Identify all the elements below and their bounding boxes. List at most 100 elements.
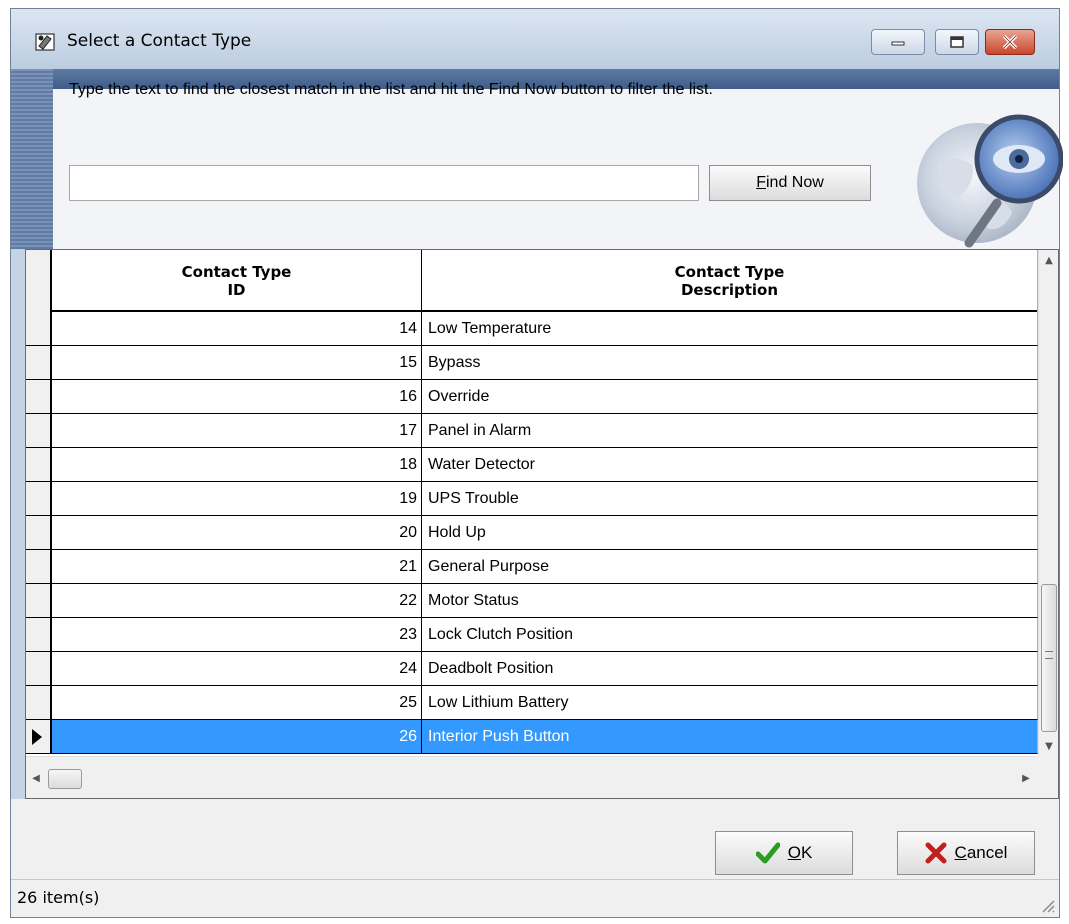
column-header-description-line1: Contact Type: [674, 263, 785, 281]
table-row[interactable]: 17 Panel in Alarm: [26, 414, 1038, 448]
cell-contact-type-description[interactable]: Bypass: [422, 346, 1038, 380]
row-selector[interactable]: [26, 414, 52, 448]
row-selector[interactable]: [26, 652, 52, 686]
table-row[interactable]: 22 Motor Status: [26, 584, 1038, 618]
close-icon: [986, 30, 1034, 54]
row-selector[interactable]: [26, 346, 52, 380]
search-instruction: Type the text to find the closest match …: [69, 81, 713, 98]
cell-contact-type-description[interactable]: Water Detector: [422, 448, 1038, 482]
scroll-right-arrow-icon[interactable]: ▶: [1016, 757, 1036, 799]
column-header-id-line2: ID: [227, 281, 246, 299]
button-area: OK Cancel: [11, 799, 1059, 879]
search-input[interactable]: [69, 165, 699, 201]
item-count: 26 item(s): [17, 888, 100, 907]
row-selector[interactable]: [26, 448, 52, 482]
cancel-mnemonic: C: [954, 843, 967, 862]
row-selector-header: [26, 250, 52, 312]
table-row[interactable]: 14 Low Temperature: [26, 312, 1038, 346]
checkmark-icon: [755, 842, 780, 864]
scroll-down-arrow-icon[interactable]: ▼: [1039, 736, 1059, 756]
scroll-up-arrow-icon[interactable]: ▲: [1039, 250, 1059, 270]
horizontal-scroll-thumb[interactable]: [48, 769, 82, 789]
table-row[interactable]: 16 Override: [26, 380, 1038, 414]
cell-contact-type-description[interactable]: General Purpose: [422, 550, 1038, 584]
current-row-pointer-icon: [32, 729, 42, 745]
row-selector[interactable]: [26, 482, 52, 516]
table-row[interactable]: 21 General Purpose: [26, 550, 1038, 584]
cell-contact-type-description[interactable]: UPS Trouble: [422, 482, 1038, 516]
cancel-button[interactable]: Cancel: [897, 831, 1035, 875]
table-row[interactable]: 18 Water Detector: [26, 448, 1038, 482]
cell-contact-type-id[interactable]: 16: [52, 380, 422, 414]
cell-contact-type-id[interactable]: 15: [52, 346, 422, 380]
row-selector[interactable]: [26, 550, 52, 584]
row-selector[interactable]: [26, 618, 52, 652]
cell-contact-type-description[interactable]: Panel in Alarm: [422, 414, 1038, 448]
cell-contact-type-id[interactable]: 22: [52, 584, 422, 618]
status-bar: 26 item(s): [11, 879, 1059, 917]
find-now-label: ind Now: [765, 174, 824, 191]
scrollbar-corner: [1038, 756, 1058, 798]
ok-label: K: [800, 843, 813, 862]
column-header-id[interactable]: Contact Type ID: [52, 250, 422, 312]
column-header-id-line1: Contact Type: [181, 263, 292, 281]
cell-contact-type-id[interactable]: 25: [52, 686, 422, 720]
cell-contact-type-id[interactable]: 24: [52, 652, 422, 686]
contact-type-grid[interactable]: Contact Type ID Contact Type Description…: [25, 249, 1059, 799]
maximize-icon: [936, 30, 978, 54]
ok-button[interactable]: OK: [715, 831, 853, 875]
find-now-mnemonic: F: [756, 174, 766, 191]
title-bar[interactable]: Select a Contact Type: [11, 9, 1059, 69]
vertical-scroll-thumb[interactable]: [1041, 584, 1057, 732]
cell-contact-type-id[interactable]: 21: [52, 550, 422, 584]
table-row[interactable]: 19 UPS Trouble: [26, 482, 1038, 516]
minimize-button[interactable]: [871, 29, 925, 55]
cell-contact-type-description[interactable]: Hold Up: [422, 516, 1038, 550]
cell-contact-type-id[interactable]: 14: [52, 312, 422, 346]
cell-contact-type-id[interactable]: 26: [52, 720, 422, 754]
scroll-left-arrow-icon[interactable]: ◀: [26, 757, 46, 799]
table-row[interactable]: 23 Lock Clutch Position: [26, 618, 1038, 652]
row-selector[interactable]: [26, 516, 52, 550]
cell-contact-type-description[interactable]: Deadbolt Position: [422, 652, 1038, 686]
row-selector[interactable]: [26, 720, 52, 754]
vertical-scrollbar[interactable]: ▲ ▼: [1038, 250, 1058, 756]
maximize-button[interactable]: [935, 29, 979, 55]
header-left-bar: [11, 69, 53, 249]
cell-contact-type-id[interactable]: 18: [52, 448, 422, 482]
cell-contact-type-id[interactable]: 23: [52, 618, 422, 652]
row-selector[interactable]: [26, 312, 52, 346]
x-icon: [925, 842, 947, 864]
find-now-button[interactable]: Find Now: [709, 165, 871, 201]
row-selector[interactable]: [26, 584, 52, 618]
resize-grip-icon[interactable]: [1037, 895, 1055, 913]
minimize-icon: [872, 30, 924, 54]
cell-contact-type-description[interactable]: Lock Clutch Position: [422, 618, 1038, 652]
close-button[interactable]: [985, 29, 1035, 55]
row-selector[interactable]: [26, 380, 52, 414]
table-row[interactable]: 20 Hold Up: [26, 516, 1038, 550]
cell-contact-type-id[interactable]: 17: [52, 414, 422, 448]
cell-contact-type-id[interactable]: 20: [52, 516, 422, 550]
cell-contact-type-description[interactable]: Interior Push Button: [422, 720, 1038, 754]
cell-contact-type-id[interactable]: 19: [52, 482, 422, 516]
horizontal-scrollbar[interactable]: ◀ ▶: [26, 756, 1038, 798]
contact-type-app-icon: [35, 33, 55, 51]
scroll-grip-icon: [1045, 651, 1053, 659]
table-row[interactable]: 24 Deadbolt Position: [26, 652, 1038, 686]
row-selector[interactable]: [26, 686, 52, 720]
ok-mnemonic: O: [787, 843, 801, 862]
window-title: Select a Contact Type: [67, 31, 252, 51]
table-row-selected[interactable]: 26 Interior Push Button: [26, 720, 1038, 754]
cell-contact-type-description[interactable]: Low Lithium Battery: [422, 686, 1038, 720]
grid-header-row: Contact Type ID Contact Type Description: [26, 250, 1038, 312]
table-row[interactable]: 15 Bypass: [26, 346, 1038, 380]
cancel-label: ancel: [966, 843, 1008, 862]
table-row[interactable]: 25 Low Lithium Battery: [26, 686, 1038, 720]
dialog-window: Select a Contact Type Type the text to f…: [10, 8, 1063, 918]
cell-contact-type-description[interactable]: Override: [422, 380, 1038, 414]
column-header-description[interactable]: Contact Type Description: [422, 250, 1038, 312]
cell-contact-type-description[interactable]: Low Temperature: [422, 312, 1038, 346]
cell-contact-type-description[interactable]: Motor Status: [422, 584, 1038, 618]
column-header-description-line2: Description: [680, 281, 779, 299]
